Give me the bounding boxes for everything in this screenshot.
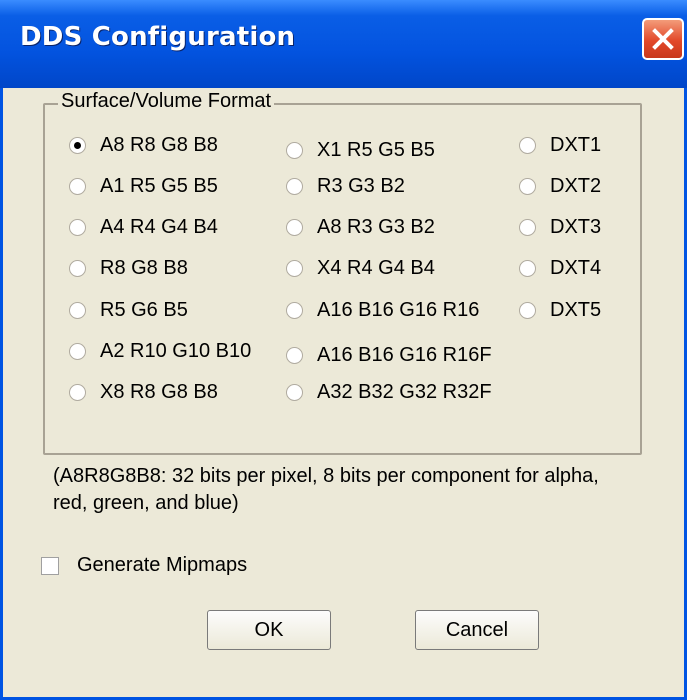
radio-button-icon[interactable] (69, 178, 86, 195)
radio-r3g3b2[interactable]: R3 G3 B2 (286, 175, 405, 198)
radio-button-icon[interactable] (69, 302, 86, 319)
radio-button-icon[interactable] (286, 302, 303, 319)
radio-dxt3[interactable]: DXT3 (519, 216, 601, 239)
radio-button-icon[interactable] (286, 219, 303, 236)
radio-a16b16g16r16[interactable]: A16 B16 G16 R16 (286, 299, 479, 322)
ok-button[interactable]: OK (207, 610, 331, 650)
radio-dxt5[interactable]: DXT5 (519, 299, 601, 322)
close-button[interactable] (642, 18, 684, 60)
generate-mipmaps-checkbox[interactable]: Generate Mipmaps (41, 554, 247, 577)
radio-dxt1[interactable]: DXT1 (519, 134, 601, 157)
checkbox-icon[interactable] (41, 556, 59, 575)
radio-button-icon[interactable] (519, 137, 536, 154)
radio-a8r8g8b8[interactable]: A8 R8 G8 B8 (69, 134, 218, 157)
radio-dxt4[interactable]: DXT4 (519, 257, 601, 280)
radio-button-icon[interactable] (519, 260, 536, 277)
radio-button-icon[interactable] (69, 384, 86, 401)
radio-button-icon[interactable] (69, 219, 86, 236)
radio-a8r3g3b2[interactable]: A8 R3 G3 B2 (286, 216, 435, 239)
dialog-content: Surface/Volume Format A8 R8 G8 B8 A1 R5 … (3, 88, 684, 697)
radio-button-icon[interactable] (286, 142, 303, 159)
radio-dxt2[interactable]: DXT2 (519, 175, 601, 198)
radio-a32b32g32r32f[interactable]: A32 B32 G32 R32F (286, 381, 492, 404)
radio-button-icon[interactable] (69, 343, 86, 360)
radio-a16b16g16r16f[interactable]: A16 B16 G16 R16F (286, 344, 492, 367)
radio-button-icon[interactable] (69, 137, 86, 154)
radio-button-icon[interactable] (286, 260, 303, 277)
radio-a1r5g5b5[interactable]: A1 R5 G5 B5 (69, 175, 218, 198)
radio-button-icon[interactable] (286, 178, 303, 195)
radio-button-icon[interactable] (69, 260, 86, 277)
radio-button-icon[interactable] (286, 384, 303, 401)
radio-r8g8b8[interactable]: R8 G8 B8 (69, 257, 188, 280)
format-description: (A8R8G8B8: 32 bits per pixel, 8 bits per… (53, 465, 599, 514)
dialog-window: DDS Configuration Surface/Volume Format … (0, 0, 687, 700)
radio-button-icon[interactable] (286, 347, 303, 364)
window-title: DDS Configuration (20, 22, 296, 52)
radio-r5g6b5[interactable]: R5 G6 B5 (69, 299, 188, 322)
generate-mipmaps-label: Generate Mipmaps (77, 554, 248, 576)
radio-x1r5g5b5[interactable]: X1 R5 G5 B5 (286, 139, 435, 162)
radio-a2r10g10b10[interactable]: A2 R10 G10 B10 (69, 340, 251, 363)
surface-format-legend: Surface/Volume Format (58, 90, 275, 113)
radio-a4r4g4b4[interactable]: A4 R4 G4 B4 (69, 216, 218, 239)
close-icon (652, 28, 674, 50)
radio-button-icon[interactable] (519, 178, 536, 195)
radio-button-icon[interactable] (519, 302, 536, 319)
radio-x4r4g4b4[interactable]: X4 R4 G4 B4 (286, 257, 435, 280)
cancel-button[interactable]: Cancel (415, 610, 539, 650)
radio-button-icon[interactable] (519, 219, 536, 236)
radio-x8r8g8b8[interactable]: X8 R8 G8 B8 (69, 381, 218, 404)
title-bar[interactable]: DDS Configuration (0, 0, 687, 88)
